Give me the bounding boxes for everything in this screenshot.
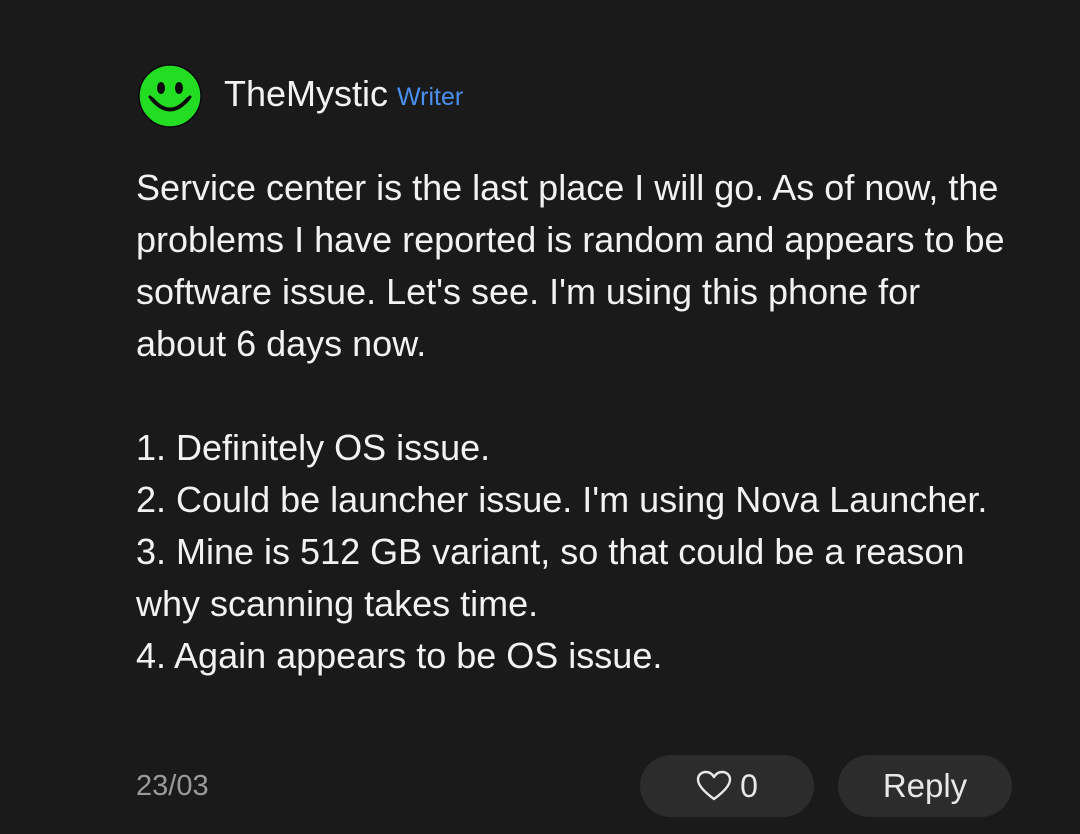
comment-header: TheMystic Writer (136, 62, 463, 130)
like-count: 0 (740, 767, 758, 804)
comment-footer: 23/03 0 Reply (136, 755, 1012, 817)
comment-paragraph: Service center is the last place I will … (136, 167, 1015, 364)
like-button[interactable]: 0 (640, 755, 814, 817)
heart-outline-icon (696, 770, 732, 801)
author-role-badge: Writer (397, 82, 464, 111)
comment-point: 1. Definitely OS issue. (136, 427, 491, 468)
comment-card: TheMystic Writer Service center is the l… (0, 0, 1080, 834)
comment-date: 23/03 (136, 769, 209, 802)
comment-point: 4. Again appears to be OS issue. (136, 635, 663, 676)
reply-button[interactable]: Reply (838, 755, 1012, 817)
comment-point: 2. Could be launcher issue. I'm using No… (136, 479, 988, 520)
comment-point: 3. Mine is 512 GB variant, so that could… (136, 531, 975, 624)
comment-body: Service center is the last place I will … (136, 162, 1016, 682)
author-name[interactable]: TheMystic (224, 76, 388, 112)
smiley-face-icon[interactable] (136, 62, 204, 130)
